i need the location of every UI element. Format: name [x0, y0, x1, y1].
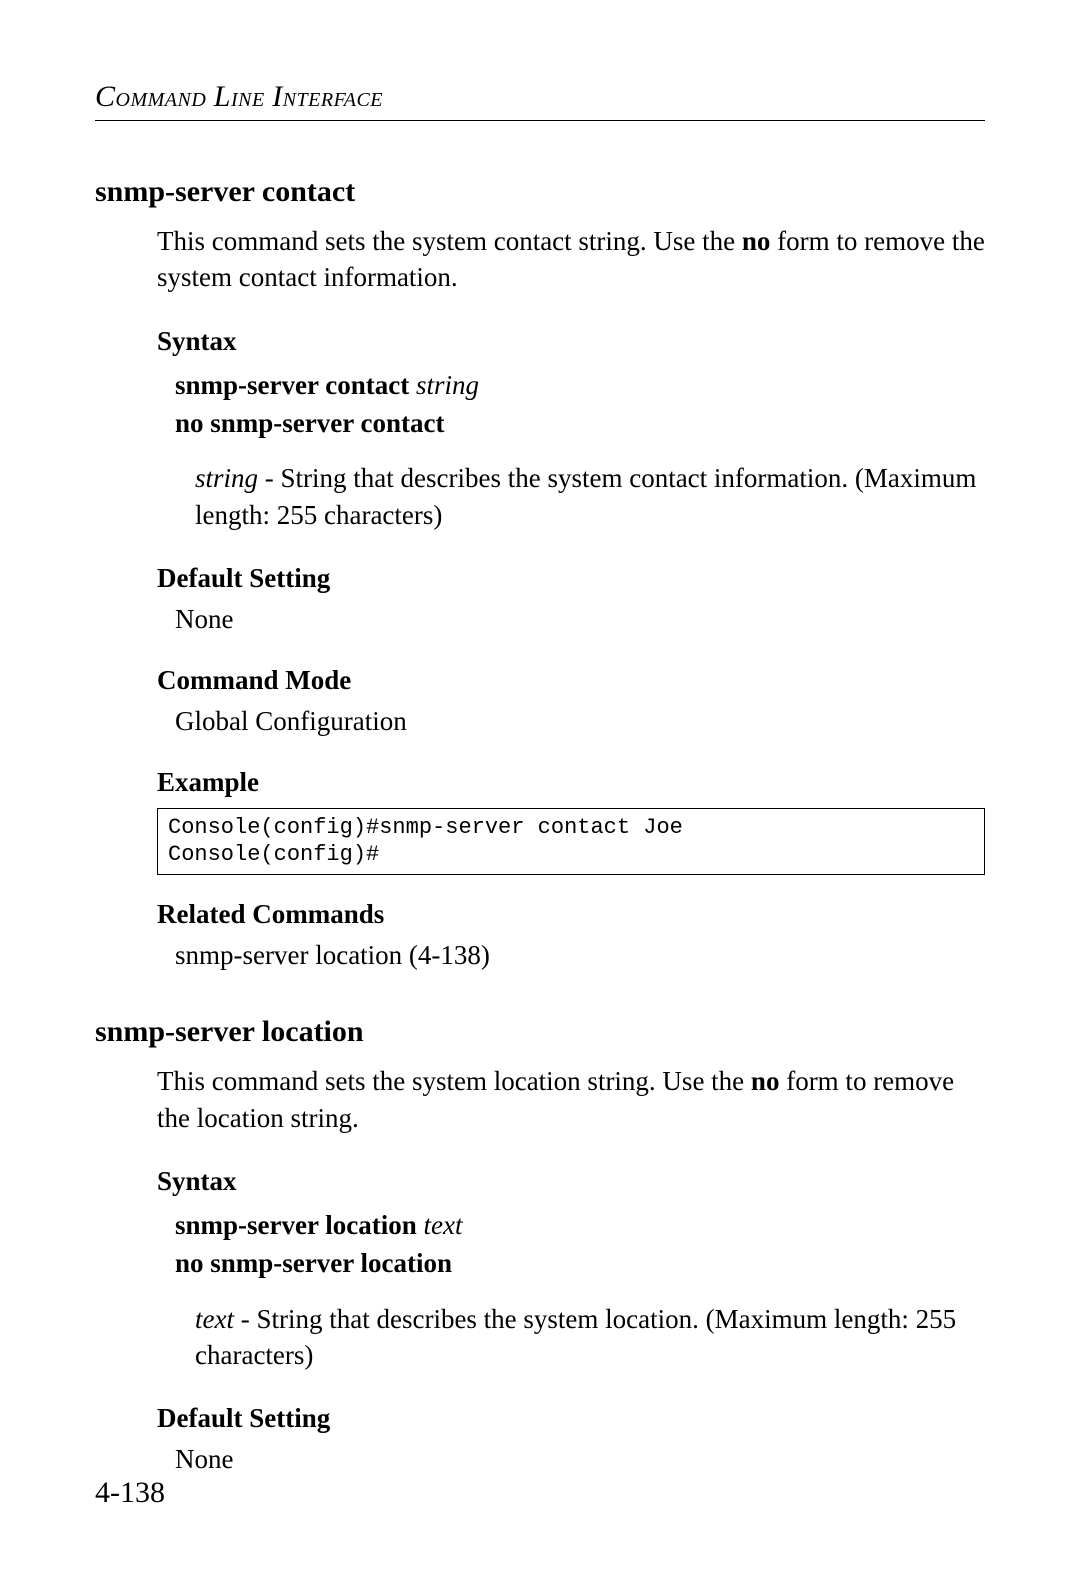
- intro-paragraph: This command sets the system location st…: [157, 1063, 985, 1136]
- command-title: snmp-server contact: [95, 175, 985, 209]
- intro-paragraph: This command sets the system contact str…: [157, 223, 985, 296]
- param-rest: - String that describes the system locat…: [195, 1304, 956, 1370]
- related-value: snmp-server location (4-138): [175, 940, 985, 971]
- running-header: Command Line Interface: [95, 80, 985, 114]
- related-label: Related Commands: [157, 899, 985, 930]
- header-rule: [95, 120, 985, 121]
- syntax-arg: string: [416, 370, 479, 400]
- example-box: Console(config)#snmp-server contact Joe …: [157, 808, 985, 875]
- param-rest: - String that describes the system conta…: [195, 463, 976, 529]
- syntax-label: Syntax: [157, 1166, 985, 1197]
- syntax-no: no snmp-server location: [175, 1245, 985, 1283]
- syntax-block: snmp-server contact string no snmp-serve…: [175, 367, 985, 443]
- default-label: Default Setting: [157, 563, 985, 594]
- intro-pre: This command sets the system contact str…: [157, 226, 742, 256]
- syntax-arg: text: [423, 1210, 462, 1240]
- param-name: string: [195, 463, 258, 493]
- intro-pre: This command sets the system location st…: [157, 1066, 751, 1096]
- param-desc: string - String that describes the syste…: [195, 460, 985, 533]
- syntax-no: no snmp-server contact: [175, 405, 985, 443]
- intro-bold: no: [742, 226, 771, 256]
- command-title: snmp-server location: [95, 1015, 985, 1049]
- page: Command Line Interface snmp-server conta…: [0, 0, 1080, 1570]
- syntax-block: snmp-server location text no snmp-server…: [175, 1207, 985, 1283]
- default-value: None: [175, 1444, 985, 1475]
- param-name: text: [195, 1304, 234, 1334]
- mode-label: Command Mode: [157, 665, 985, 696]
- param-desc: text - String that describes the system …: [195, 1301, 985, 1374]
- syntax-cmd: snmp-server location: [175, 1210, 417, 1240]
- page-number: 4-138: [95, 1476, 165, 1510]
- syntax-cmd: snmp-server contact: [175, 370, 409, 400]
- example-label: Example: [157, 767, 985, 798]
- default-value: None: [175, 604, 985, 635]
- mode-value: Global Configuration: [175, 706, 985, 737]
- syntax-label: Syntax: [157, 326, 985, 357]
- intro-bold: no: [751, 1066, 780, 1096]
- default-label: Default Setting: [157, 1403, 985, 1434]
